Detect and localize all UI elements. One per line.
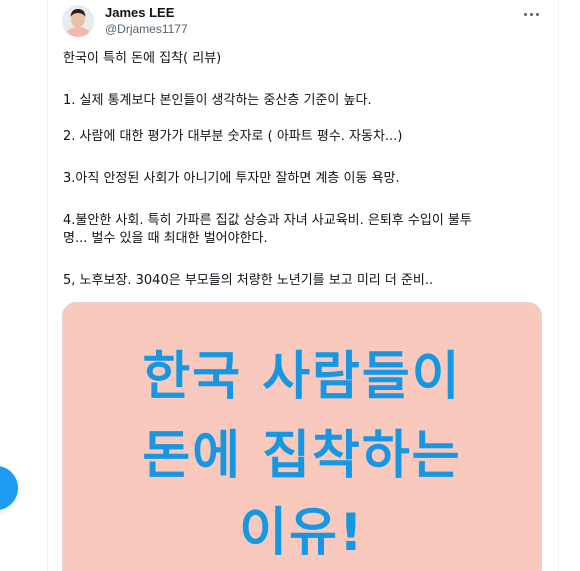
avatar-photo-icon — [62, 5, 94, 37]
tweet-point-2: 2. 사람에 대한 평가가 대부분 숫자로 ( 아파트 평수. 자동차...) — [63, 129, 403, 144]
tweet-point-1: 1. 실제 통계보다 본인들이 생각하는 중산층 기준이 높다. — [63, 93, 372, 108]
tweet-point-4-line-2: 명... 벌수 있을 때 최대한 벌어야한다. — [63, 231, 268, 246]
column-border-right — [558, 0, 559, 571]
compose-fab-button[interactable] — [0, 466, 18, 510]
tweet-point-5: 5, 노후보장. 3040은 부모들의 처량한 노년기를 보고 미리 더 준비.… — [63, 273, 434, 288]
tweet[interactable]: James LEE @Drjames1177 한국이 특히 돈에 집착( 리뷰)… — [48, 0, 558, 571]
more-options-button[interactable] — [518, 4, 544, 24]
tweet-point-3: 3.아직 안정된 사회가 아니기에 투자만 잘하면 계층 이동 욕망. — [63, 171, 400, 186]
tweet-title: 한국이 특히 돈에 집착( 리뷰) — [63, 51, 222, 66]
image-headline-line-2: 돈에 집착하는 — [142, 426, 462, 486]
image-headline-line-3: 이유! — [239, 503, 365, 563]
page: James LEE @Drjames1177 한국이 특히 돈에 집착( 리뷰)… — [0, 0, 580, 571]
image-headline-line-1: 한국 사람들이 — [142, 347, 462, 407]
avatar[interactable] — [62, 5, 94, 37]
more-dots-icon — [535, 12, 539, 16]
tweet-point-4: 4.불안한 사회. 특히 가파른 집값 상승과 자녀 사교육비. 은퇴후 수입이… — [63, 212, 533, 248]
author-handle[interactable]: @Drjames1177 — [105, 22, 188, 36]
more-dots-icon — [529, 12, 533, 16]
tweet-image[interactable]: 한국 사람들이 돈에 집착하는 이유! — [62, 302, 542, 571]
tweet-point-4-line-1: 4.불안한 사회. 특히 가파른 집값 상승과 자녀 사교육비. 은퇴후 수입이… — [63, 213, 472, 228]
more-dots-icon — [523, 12, 527, 16]
author-name[interactable]: James LEE — [105, 5, 174, 20]
